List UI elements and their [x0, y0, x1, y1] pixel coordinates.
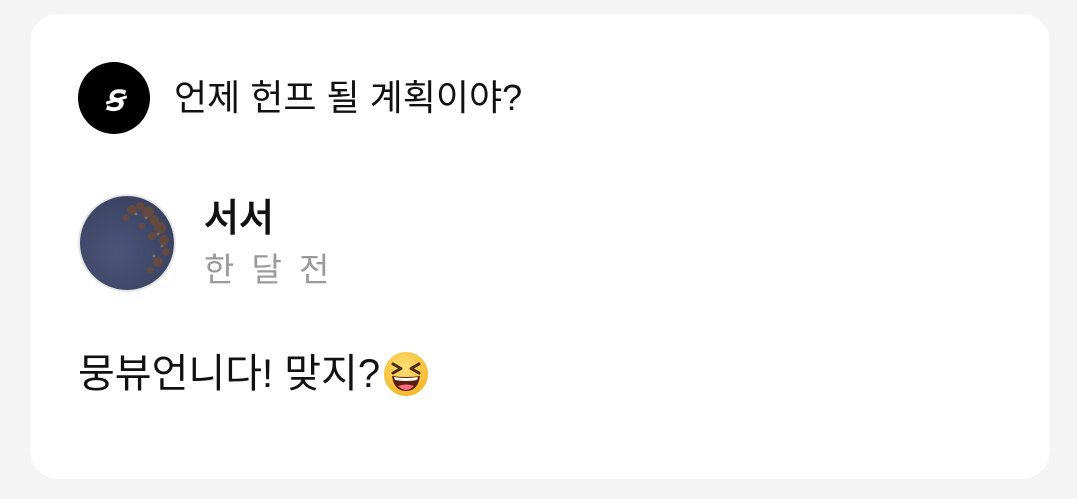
answer-text: 뭉뷰언니다! 맞지?: [78, 352, 381, 396]
author-name[interactable]: 서서: [204, 197, 333, 241]
brand-logo-icon: ꞩ: [78, 62, 150, 134]
answer-card[interactable]: ꞩ 언제 헌프 될 계획이야? 서서 한 달 전 뭉뷰언니다! 맞지?: [30, 14, 1050, 479]
posted-time: 한 달 전: [204, 251, 334, 288]
grinning-squinting-face-icon: [382, 350, 430, 398]
avatar[interactable]: [78, 194, 176, 292]
brand-logo-glyph: ꞩ: [104, 77, 124, 119]
author-meta: 서서 한 달 전: [204, 197, 333, 289]
question-text: 언제 헌프 될 계획이야?: [174, 77, 523, 118]
question-header: ꞩ 언제 헌프 될 계획이야?: [78, 62, 522, 134]
author-info: 서서 한 달 전: [78, 194, 333, 292]
answer-body: 뭉뷰언니다! 맞지?: [78, 350, 430, 398]
avatar-image: [80, 196, 174, 290]
